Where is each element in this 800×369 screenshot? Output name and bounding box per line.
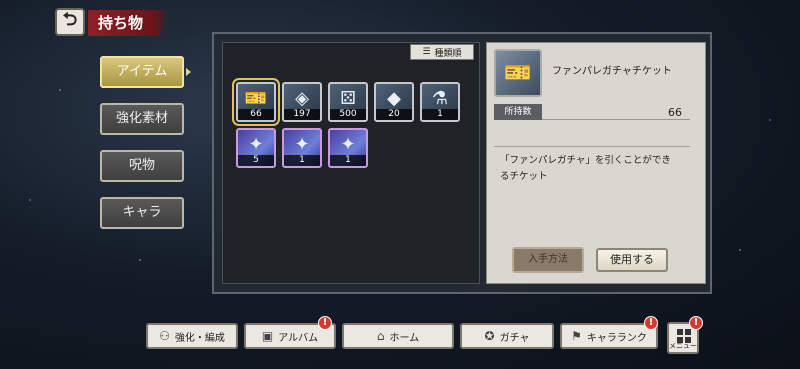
- active-tab-arrow-icon: [186, 68, 191, 76]
- crystal-icon: ◆: [387, 88, 401, 109]
- nav-label: キャラランク: [586, 332, 647, 344]
- nav-character-rank[interactable]: ⚑ キャラランク: [560, 323, 658, 349]
- menu-alert-badge: !: [689, 316, 703, 330]
- detail-ticket-icon: 🎫: [494, 49, 542, 97]
- item-slot-5[interactable]: ⚗ 1: [420, 82, 460, 122]
- ticket-icon: 🎫: [244, 88, 268, 109]
- sort-icon: ☰: [422, 47, 431, 57]
- item-count: 20: [376, 109, 412, 120]
- nav-enhance-formation[interactable]: ⚇ 強化・編成: [146, 323, 238, 349]
- item-slot-7[interactable]: ✦ 1: [282, 128, 322, 168]
- use-button[interactable]: 使用する: [596, 248, 668, 272]
- owned-count-label: 所持数: [494, 104, 542, 120]
- page-title: 持ち物: [88, 10, 170, 36]
- tab-cursed-objects[interactable]: 呪物: [100, 150, 184, 182]
- item-slot-8[interactable]: ✦ 1: [328, 128, 368, 168]
- item-slot-4[interactable]: ◆ 20: [374, 82, 414, 122]
- nav-label: ガチャ: [499, 332, 530, 344]
- tab-enhance-materials[interactable]: 強化素材: [100, 103, 184, 135]
- item-count: 1: [422, 109, 458, 120]
- item-count: 66: [238, 109, 274, 120]
- rare-card-icon: ✦: [294, 134, 310, 155]
- rare-card-icon: ✦: [340, 134, 356, 155]
- gacha-icon: ✪: [484, 329, 495, 343]
- tab-items[interactable]: アイテム: [100, 56, 184, 88]
- menu-label: メニュー: [669, 342, 697, 350]
- owned-count-value: 66: [668, 106, 682, 119]
- detail-item-name: ファンパレガチャチケット: [552, 66, 672, 77]
- rare-card-icon: ✦: [248, 134, 264, 155]
- rank-alert-badge: !: [644, 316, 658, 330]
- dice-icon: ⚄: [340, 88, 356, 109]
- nav-gacha[interactable]: ✪ ガチャ: [460, 323, 554, 349]
- sort-label: 種類順: [434, 48, 462, 59]
- team-icon: ⚇: [159, 329, 170, 343]
- item-slot-ticket[interactable]: 🎫 66: [232, 78, 280, 126]
- item-slot-2[interactable]: ◈ 197: [282, 82, 322, 122]
- gem-bag-icon: ◈: [295, 88, 309, 109]
- back-button[interactable]: ⮌: [55, 8, 85, 36]
- tab-characters[interactable]: キャラ: [100, 197, 184, 229]
- home-icon: ⌂: [376, 329, 385, 343]
- obtain-method-button[interactable]: 入手方法: [512, 247, 584, 273]
- album-icon: ▣: [261, 329, 274, 343]
- item-count: 1: [330, 155, 366, 166]
- description-line: るチケット: [500, 171, 548, 182]
- item-count: 1: [284, 155, 320, 166]
- vial-icon: ⚗: [431, 88, 449, 109]
- nav-home[interactable]: ⌂ ホーム: [342, 323, 454, 349]
- owned-count-row: 所持数 66: [494, 104, 690, 120]
- item-description: 「ファンパレガチャ」を引くことができ るチケット: [500, 153, 686, 185]
- nav-label: 強化・編成: [174, 332, 225, 344]
- item-count: 197: [284, 109, 320, 120]
- sort-button[interactable]: ☰ 種類順: [410, 44, 474, 60]
- nav-label: アルバム: [278, 332, 319, 344]
- nav-label: ホーム: [389, 332, 420, 344]
- description-line: 「ファンパレガチャ」を引くことができ: [500, 155, 671, 166]
- rank-icon: ⚑: [571, 329, 582, 343]
- back-arrow-icon: ⮌: [62, 9, 78, 30]
- item-count: 5: [238, 155, 274, 166]
- album-alert-badge: !: [318, 316, 332, 330]
- detail-divider: [494, 146, 690, 147]
- item-slot-6[interactable]: ✦ 5: [236, 128, 276, 168]
- item-slot-3[interactable]: ⚄ 500: [328, 82, 368, 122]
- item-count: 500: [330, 109, 366, 120]
